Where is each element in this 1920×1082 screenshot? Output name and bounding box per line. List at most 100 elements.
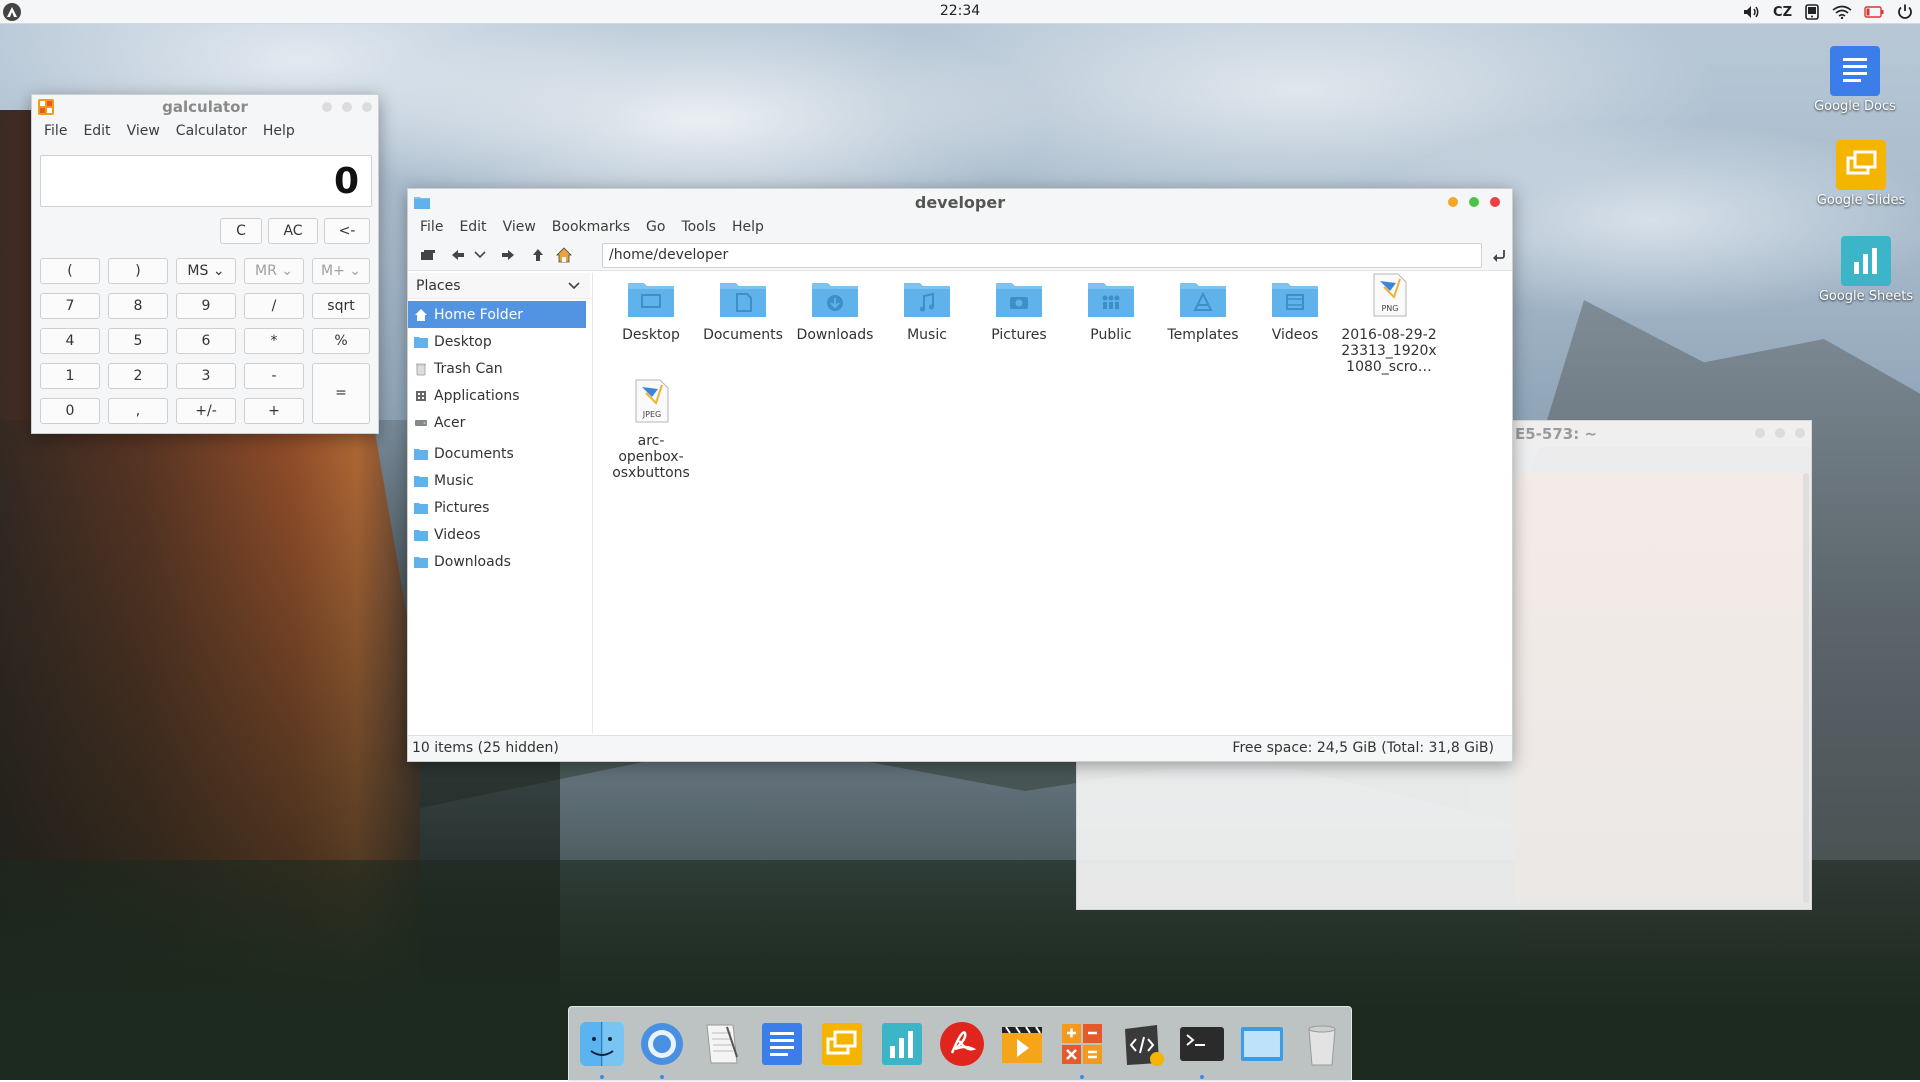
file-item-public[interactable]: Public <box>1065 273 1157 343</box>
dock-chromium[interactable] <box>637 1019 687 1079</box>
file-manager-window[interactable]: developer File Edit View Bookmarks Go To… <box>407 188 1513 762</box>
dock-trash[interactable] <box>1297 1019 1347 1069</box>
digit-9-button[interactable]: 9 <box>176 293 236 319</box>
terminal-body[interactable] <box>1515 473 1809 903</box>
dock-terminal[interactable] <box>1177 1019 1227 1079</box>
wifi-icon[interactable] <box>1826 0 1858 24</box>
minimize-button[interactable] <box>322 102 332 112</box>
sidebar-item-desktop[interactable]: Desktop <box>408 328 590 355</box>
menu-file[interactable]: File <box>412 215 451 239</box>
go-refresh-icon[interactable] <box>1490 246 1510 264</box>
file-item-jpeg-image[interactable]: JPEG arc- openbox- osxbuttons <box>605 379 697 481</box>
backspace-button[interactable]: <- <box>324 218 370 244</box>
dock-calculator[interactable] <box>1057 1019 1107 1079</box>
digit-8-button[interactable]: 8 <box>108 293 168 319</box>
calculator-titlebar[interactable]: galculator <box>32 95 378 119</box>
maximize-button[interactable] <box>342 102 352 112</box>
file-item-downloads[interactable]: Downloads <box>789 273 881 343</box>
memory-store-button[interactable]: MS ⌄ <box>176 258 236 284</box>
digit-5-button[interactable]: 5 <box>108 328 168 354</box>
menu-view[interactable]: View <box>119 119 168 143</box>
clock[interactable]: 22:34 <box>0 3 1920 19</box>
sidebar-bookmark-documents[interactable]: Documents <box>408 440 590 467</box>
desktop-icon-google-docs[interactable]: Google Docs <box>1805 46 1905 114</box>
sidebar-bookmark-downloads[interactable]: Downloads <box>408 548 590 575</box>
sidebar-item-acer[interactable]: Acer <box>408 409 590 436</box>
home-icon[interactable] <box>554 246 574 264</box>
file-item-desktop[interactable]: Desktop <box>605 273 697 343</box>
new-tab-icon[interactable] <box>418 246 438 264</box>
maximize-button[interactable] <box>1775 428 1785 438</box>
divide-button[interactable]: / <box>244 293 304 319</box>
add-button[interactable]: + <box>244 398 304 424</box>
menu-go[interactable]: Go <box>638 215 673 239</box>
sidebar-bookmark-music[interactable]: Music <box>408 467 590 494</box>
dock-window[interactable] <box>1237 1019 1287 1069</box>
menu-view[interactable]: View <box>495 215 544 239</box>
menu-edit[interactable]: Edit <box>451 215 494 239</box>
digit-6-button[interactable]: 6 <box>176 328 236 354</box>
digit-4-button[interactable]: 4 <box>40 328 100 354</box>
memory-recall-button[interactable]: MR ⌄ <box>244 258 304 284</box>
menu-file[interactable]: File <box>36 119 75 143</box>
forward-arrow-icon[interactable] <box>498 246 518 264</box>
close-button[interactable] <box>1795 428 1805 438</box>
close-button[interactable] <box>362 102 372 112</box>
file-item-music[interactable]: Music <box>881 273 973 343</box>
file-manager-titlebar[interactable]: developer <box>408 189 1512 215</box>
close-button[interactable] <box>1490 197 1500 207</box>
menu-tools[interactable]: Tools <box>673 215 724 239</box>
power-icon[interactable] <box>1890 0 1920 24</box>
desktop-icon-google-sheets[interactable]: Google Sheets <box>1816 236 1916 304</box>
dock-docs[interactable] <box>757 1019 807 1069</box>
percent-button[interactable]: % <box>312 328 370 354</box>
sqrt-button[interactable]: sqrt <box>312 293 370 319</box>
dock-slides[interactable] <box>817 1019 867 1069</box>
memory-add-button[interactable]: M+ ⌄ <box>312 258 370 284</box>
terminal-scrollbar[interactable] <box>1803 473 1809 903</box>
file-item-templates[interactable]: Templates <box>1157 273 1249 343</box>
volume-icon[interactable] <box>1737 0 1767 24</box>
sidebar-item-applications[interactable]: Applications <box>408 382 590 409</box>
places-header[interactable]: Places <box>408 273 590 299</box>
minimize-button[interactable] <box>1755 428 1765 438</box>
digit-3-button[interactable]: 3 <box>176 363 236 389</box>
minimize-button[interactable] <box>1448 197 1458 207</box>
sidebar-bookmark-videos[interactable]: Videos <box>408 521 590 548</box>
sign-toggle-button[interactable]: +/- <box>176 398 236 424</box>
file-item-videos[interactable]: Videos <box>1249 273 1341 343</box>
subtract-button[interactable]: - <box>244 363 304 389</box>
battery-icon[interactable] <box>1858 0 1890 24</box>
digit-0-button[interactable]: 0 <box>40 398 100 424</box>
decimal-button[interactable]: , <box>108 398 168 424</box>
file-item-png-screenshot[interactable]: PNG 2016-08-29-2 23313_1920x 1080_scro… <box>1341 273 1437 375</box>
menu-help[interactable]: Help <box>724 215 772 239</box>
menu-bookmarks[interactable]: Bookmarks <box>544 215 638 239</box>
menu-help[interactable]: Help <box>255 119 303 143</box>
path-input[interactable]: /home/developer <box>602 243 1482 268</box>
keyboard-layout-indicator[interactable]: CZ <box>1767 0 1798 24</box>
close-paren-button[interactable]: ) <box>108 258 168 284</box>
digit-7-button[interactable]: 7 <box>40 293 100 319</box>
dock-code-editor[interactable] <box>1117 1019 1167 1069</box>
tablet-icon[interactable] <box>1798 0 1826 24</box>
sidebar-item-trash[interactable]: Trash Can <box>408 355 590 382</box>
back-arrow-icon[interactable] <box>448 246 468 264</box>
equals-button[interactable]: = <box>312 363 370 424</box>
file-list-area[interactable]: Desktop Documents Downloads Music Pictur… <box>592 273 1512 733</box>
all-clear-button[interactable]: AC <box>268 218 318 244</box>
desktop-icon-google-slides[interactable]: Google Slides <box>1811 140 1911 208</box>
digit-2-button[interactable]: 2 <box>108 363 168 389</box>
open-paren-button[interactable]: ( <box>40 258 100 284</box>
dock-video-player[interactable] <box>997 1019 1047 1069</box>
dock-text-editor[interactable] <box>697 1019 747 1069</box>
dock-pdf-reader[interactable] <box>937 1019 987 1069</box>
maximize-button[interactable] <box>1469 197 1479 207</box>
multiply-button[interactable]: * <box>244 328 304 354</box>
dock-finder[interactable] <box>577 1019 627 1079</box>
clock-text[interactable]: 22:34 <box>940 3 980 19</box>
calculator-window[interactable]: galculator File Edit View Calculator Hel… <box>31 94 379 434</box>
sidebar-bookmark-pictures[interactable]: Pictures <box>408 494 590 521</box>
menu-calculator[interactable]: Calculator <box>168 119 255 143</box>
file-item-documents[interactable]: Documents <box>697 273 789 343</box>
